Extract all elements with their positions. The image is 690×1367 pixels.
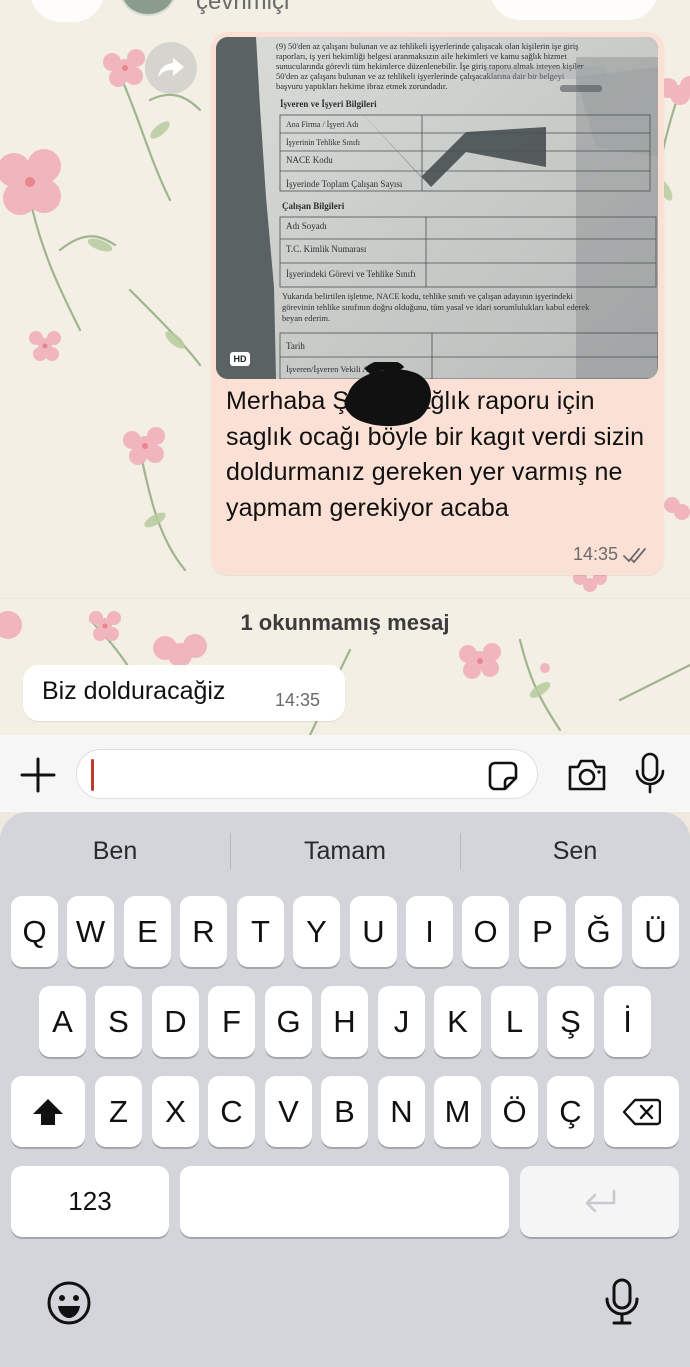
camera-icon[interactable] — [566, 755, 608, 795]
key-x[interactable]: X — [152, 1076, 199, 1147]
key-j[interactable]: J — [378, 986, 425, 1057]
key-p[interactable]: P — [519, 896, 566, 967]
key-h[interactable]: H — [321, 986, 368, 1057]
key-y[interactable]: Y — [293, 896, 340, 967]
key-w[interactable]: W — [67, 896, 114, 967]
doc-row-firm: Ana Firma / İşyeri Adı — [286, 120, 359, 129]
dictation-microphone-icon[interactable] — [604, 1277, 640, 1327]
microphone-icon[interactable] — [634, 751, 666, 795]
key-a[interactable]: A — [39, 986, 86, 1057]
key-c[interactable]: C — [208, 1076, 255, 1147]
predictive-suggestions: Ben Tamam Sen — [0, 827, 690, 875]
shift-icon — [33, 1098, 63, 1125]
key-e[interactable]: E — [124, 896, 171, 967]
doc-intro-2: raporları, iş yeri hekimliği belgesi ara… — [276, 51, 567, 61]
contact-avatar[interactable] — [120, 0, 176, 16]
unread-divider-label: 1 okunmamış mesaj — [240, 609, 450, 635]
forward-button[interactable] — [145, 42, 197, 94]
key-o-umlaut[interactable]: Ö — [491, 1076, 538, 1147]
message-input-field[interactable] — [76, 749, 538, 799]
incoming-message-bubble[interactable]: Biz dolduracağiz 14:35 — [23, 665, 345, 721]
key-g-breve[interactable]: Ğ — [575, 896, 622, 967]
back-button[interactable] — [30, 0, 104, 22]
doc-declaration-1: Yukarıda belirtilen işletme, NACE kodu, … — [282, 291, 573, 301]
doc-row-tc: T.C. Kimlik Numarası — [286, 244, 367, 254]
doc-intro-5: başvuru yaptıkları hekime ibraz etmek zo… — [276, 81, 447, 91]
key-k[interactable]: K — [434, 986, 481, 1057]
suggestion-3[interactable]: Sen — [460, 827, 690, 875]
backspace-icon — [622, 1098, 661, 1125]
redaction-scribble — [344, 362, 431, 427]
doc-row-name: Adı Soyadı — [286, 221, 327, 231]
key-q[interactable]: Q — [11, 896, 58, 967]
delete-key[interactable] — [604, 1076, 679, 1147]
suggestion-2[interactable]: Tamam — [230, 827, 460, 875]
doc-intro-1: (9) 50'den az çalışanı bulunan ve az teh… — [276, 41, 578, 51]
key-s[interactable]: S — [95, 986, 142, 1057]
key-u[interactable]: U — [350, 896, 397, 967]
outgoing-message-bubble[interactable]: (9) 50'den az çalışanı bulunan ve az teh… — [211, 32, 664, 575]
document-photo: (9) 50'den az çalışanı bulunan ve az teh… — [216, 37, 658, 379]
key-i[interactable]: I — [406, 896, 453, 967]
key-s-cedilla[interactable]: Ş — [547, 986, 594, 1057]
chat-header: çevrimiçi — [0, 0, 690, 34]
numbers-key[interactable]: 123 — [11, 1166, 169, 1237]
message-input[interactable] — [89, 758, 479, 790]
incoming-message-time: 14:35 — [275, 690, 321, 710]
hd-badge: HD — [230, 352, 250, 366]
doc-row-duty: İşyerindeki Görevi ve Tehlike Sınıfı — [286, 269, 416, 279]
doc-row-employees: İşyerinde Toplam Çalışan Sayısı — [286, 179, 403, 189]
key-l[interactable]: L — [491, 986, 538, 1057]
outgoing-message-time: 14:35 — [572, 544, 618, 564]
doc-row-hazard: İşyerinin Tehlike Sınıfı — [286, 138, 361, 147]
key-b[interactable]: B — [321, 1076, 368, 1147]
doc-row-date: Tarih — [286, 341, 305, 351]
doc-declaration-2: görevinin tehlike sınıfının doğru olduğu… — [282, 302, 590, 312]
incoming-message-text: Biz dolduracağiz — [42, 677, 226, 705]
key-z[interactable]: Z — [95, 1076, 142, 1147]
sticker-icon[interactable] — [487, 760, 519, 792]
key-r[interactable]: R — [180, 896, 227, 967]
message-composer — [0, 735, 690, 812]
doc-section-employee: Çalışan Bilgileri — [282, 201, 345, 211]
key-c-cedilla[interactable]: Ç — [547, 1076, 594, 1147]
key-o[interactable]: O — [462, 896, 509, 967]
contact-status: çevrimiçi — [196, 0, 290, 15]
return-key[interactable] — [520, 1166, 679, 1237]
key-f[interactable]: F — [208, 986, 255, 1057]
key-n[interactable]: N — [378, 1076, 425, 1147]
space-key[interactable] — [180, 1166, 509, 1237]
chat-area[interactable]: çevrimiçi (9) 50'den az çalışanı bulunan… — [0, 0, 690, 735]
emoji-icon[interactable] — [46, 1280, 92, 1326]
key-i-dotted[interactable]: İ — [604, 986, 651, 1057]
forward-icon — [158, 58, 184, 78]
outgoing-message-text: Merhaba Ş bey sağlık raporu için saglık … — [226, 387, 645, 522]
on-screen-keyboard: Ben Tamam Sen Q W E R T Y U I O P Ğ Ü A … — [0, 812, 690, 1367]
return-icon — [585, 1189, 615, 1212]
shift-key[interactable] — [11, 1076, 85, 1147]
unread-messages-divider: 1 okunmamış mesaj — [0, 598, 690, 646]
key-g[interactable]: G — [265, 986, 312, 1057]
doc-row-nace: NACE Kodu — [286, 155, 333, 165]
suggestion-1[interactable]: Ben — [0, 827, 230, 875]
header-call-actions[interactable] — [490, 0, 658, 20]
doc-section-employer: İşveren ve İşyeri Bilgileri — [280, 99, 377, 109]
outgoing-message-meta: 14:35 — [573, 544, 648, 565]
read-double-check-icon — [623, 547, 646, 563]
key-d[interactable]: D — [152, 986, 199, 1057]
key-t[interactable]: T — [237, 896, 284, 967]
key-u-umlaut[interactable]: Ü — [632, 896, 679, 967]
key-v[interactable]: V — [265, 1076, 312, 1147]
attach-plus-icon[interactable] — [18, 755, 58, 795]
key-m[interactable]: M — [434, 1076, 481, 1147]
doc-declaration-3: beyan ederim. — [282, 313, 330, 323]
message-photo[interactable]: (9) 50'den az çalışanı bulunan ve az teh… — [216, 37, 658, 379]
